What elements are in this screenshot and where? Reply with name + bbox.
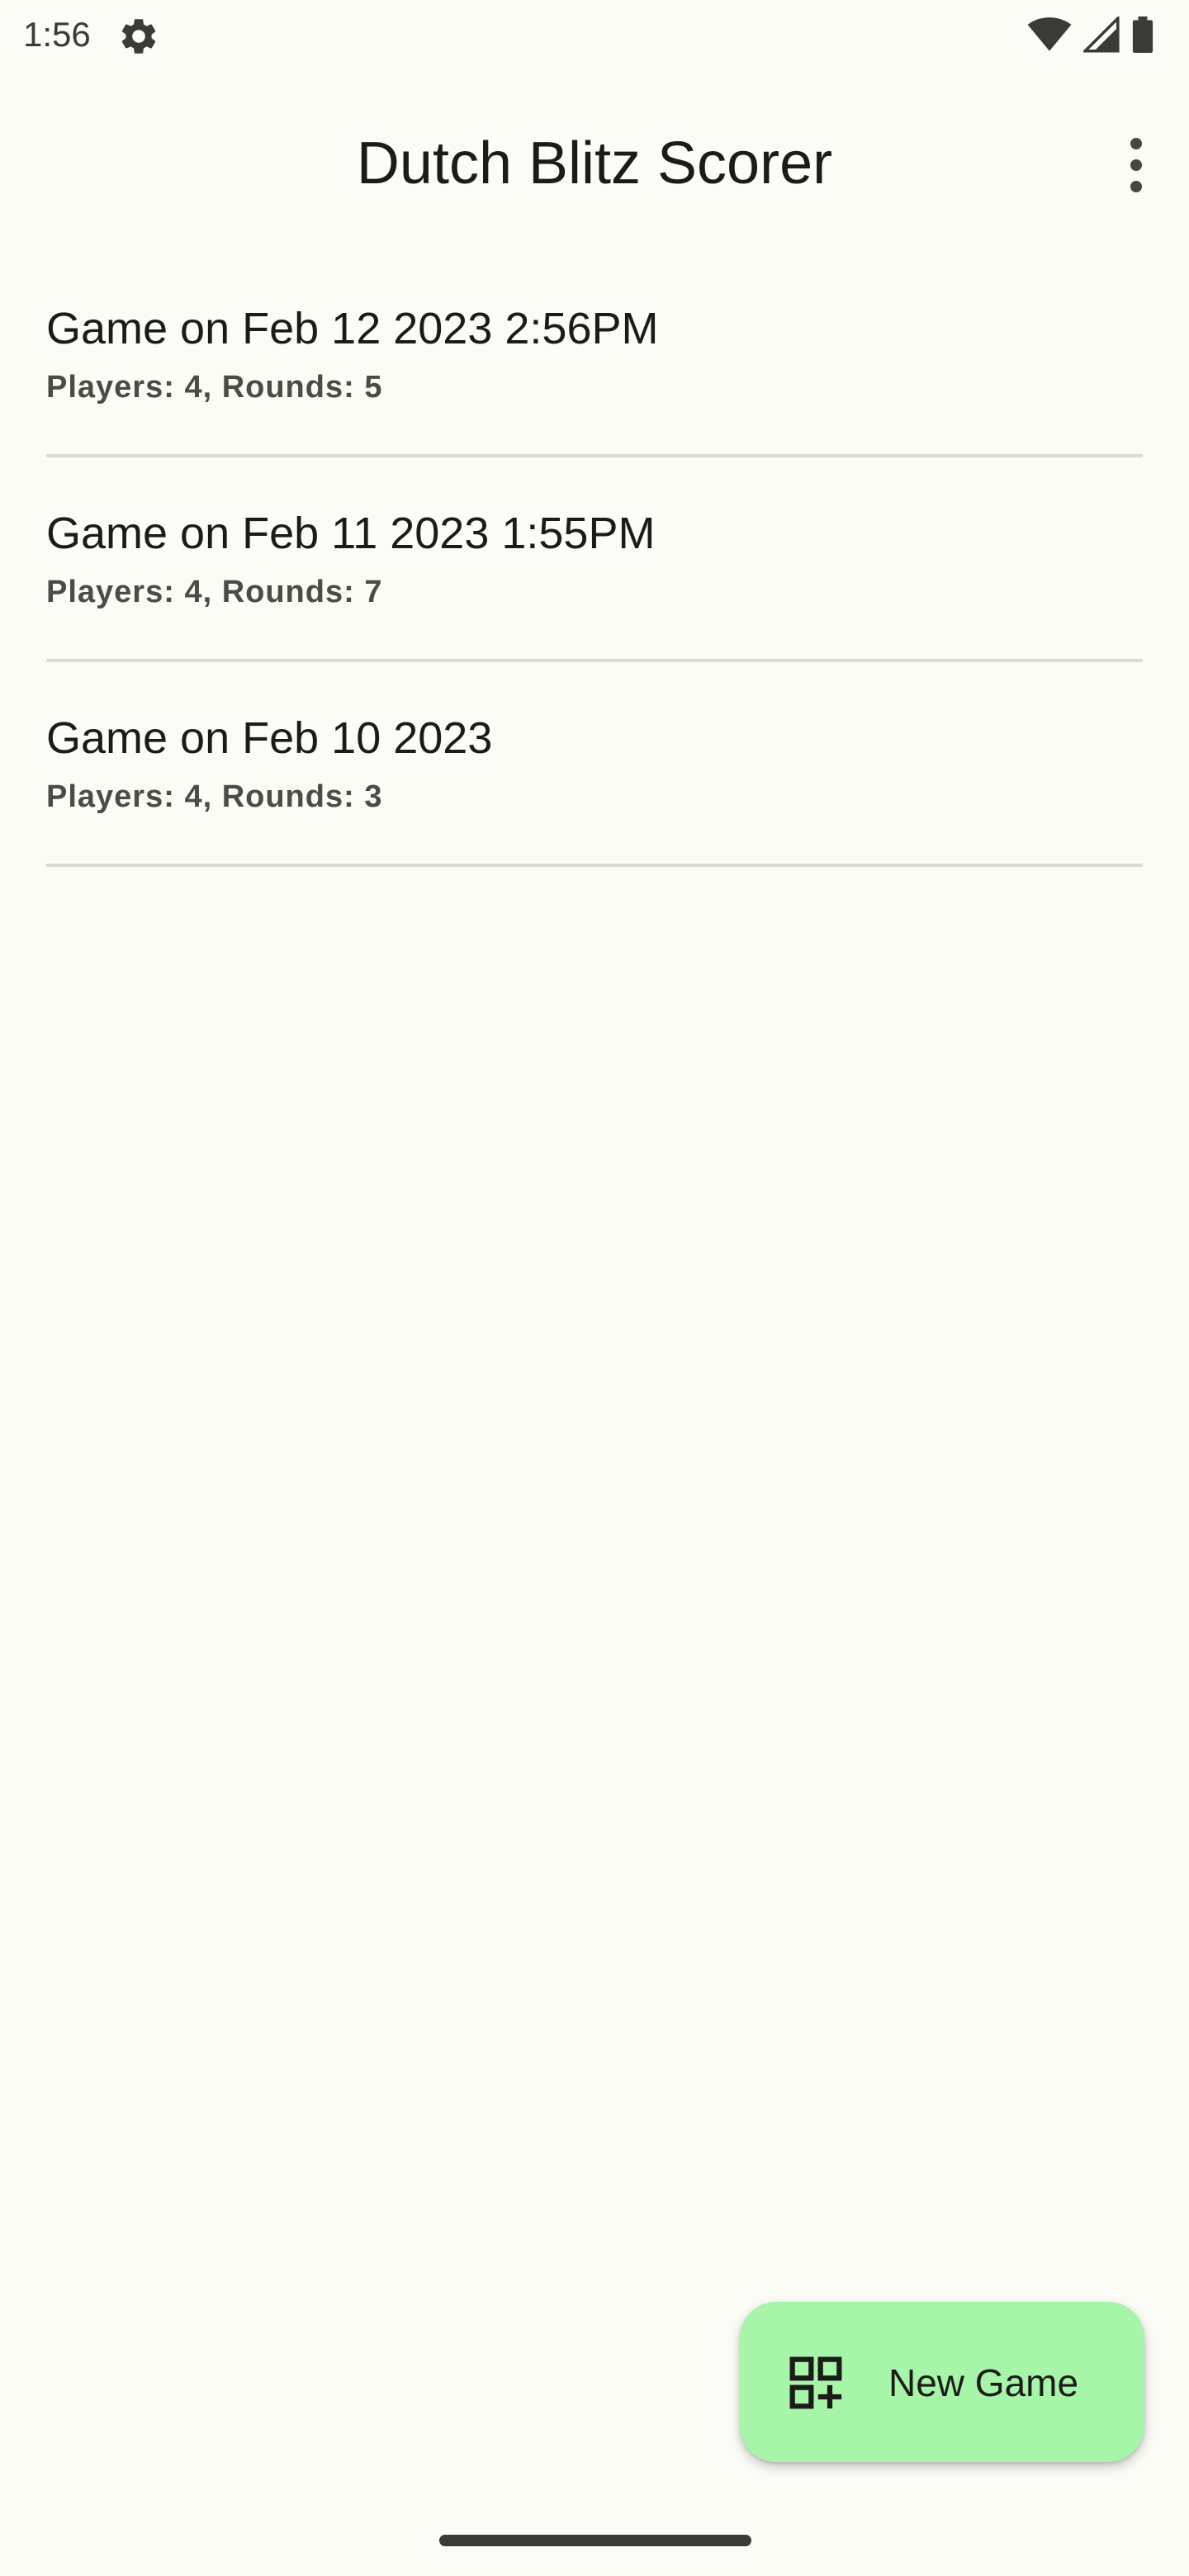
add-grid-icon [789, 2356, 842, 2409]
game-title: Game on Feb 10 2023 [46, 713, 493, 763]
gesture-nav-handle[interactable] [439, 2535, 751, 2546]
game-list: Game on Feb 12 2023 2:56PM Players: 4, R… [46, 253, 1143, 867]
menu-dot [1130, 159, 1142, 171]
game-meta: Players: 4, Rounds: 7 [46, 575, 383, 609]
wifi-icon [1027, 17, 1072, 51]
top-app-bar: Dutch Blitz Scorer [0, 99, 1189, 231]
game-title: Game on Feb 11 2023 1:55PM [46, 509, 656, 558]
game-meta: Players: 4, Rounds: 5 [46, 370, 383, 405]
list-item[interactable]: Game on Feb 12 2023 2:56PM Players: 4, R… [46, 253, 1143, 457]
menu-dot [1130, 181, 1142, 192]
status-icons [1027, 15, 1154, 54]
battery-icon [1132, 17, 1153, 53]
more-vert-icon[interactable] [1116, 124, 1156, 206]
settings-gear-icon [121, 19, 156, 54]
game-meta: Players: 4, Rounds: 3 [46, 779, 383, 814]
menu-dot [1130, 138, 1142, 149]
new-game-label: New Game [888, 2361, 1079, 2404]
app-title: Dutch Blitz Scorer [356, 130, 833, 197]
new-game-button[interactable]: New Game [740, 2302, 1144, 2462]
list-item[interactable]: Game on Feb 11 2023 1:55PM Players: 4, R… [46, 457, 1143, 662]
game-title: Game on Feb 12 2023 2:56PM [46, 304, 659, 353]
status-time: 1:56 [23, 15, 91, 54]
list-item[interactable]: Game on Feb 10 2023 Players: 4, Rounds: … [46, 662, 1143, 867]
status-bar: 1:56 [0, 0, 1189, 69]
cell-signal-icon [1083, 17, 1120, 53]
